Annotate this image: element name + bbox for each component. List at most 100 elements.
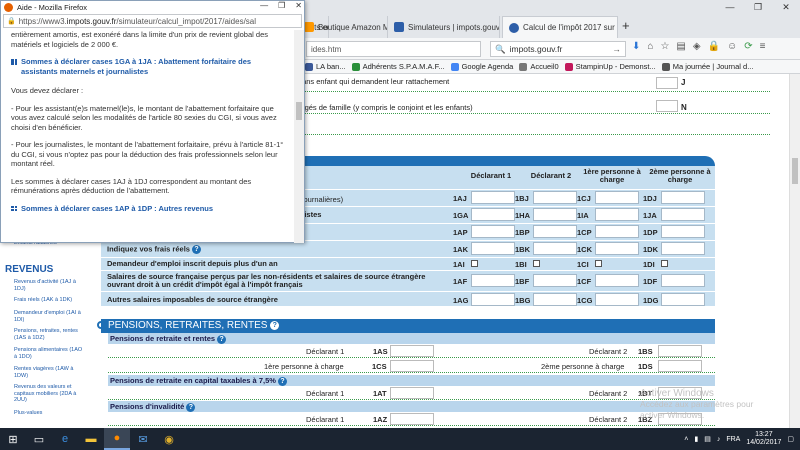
input-j[interactable]: [656, 77, 678, 89]
minimize-button[interactable]: —: [716, 0, 744, 14]
nav-link-valeurs-mobilieres[interactable]: Revenus des valeurs et capitaux mobilier…: [14, 384, 84, 404]
nav-link-frais-reels[interactable]: Frais réels (1AK à 1DK): [14, 297, 84, 304]
input-1ak[interactable]: [471, 242, 515, 255]
thunderbird-icon[interactable]: ✉: [130, 428, 156, 450]
input-1ap[interactable]: [471, 225, 515, 238]
help-section-heading: Sommes à déclarer cases 1AP à 1DP : Autr…: [11, 204, 287, 214]
new-tab-button[interactable]: +: [622, 18, 630, 33]
bookmark-item[interactable]: Adhérents S.P.A.M.A.F...: [351, 60, 451, 73]
input-1ia[interactable]: [595, 208, 639, 221]
input-1as[interactable]: [390, 345, 434, 357]
tab-amazon[interactable]: Boutique Amazon Mu...: [298, 16, 388, 38]
firefox-taskbar-icon[interactable]: ●: [104, 428, 130, 450]
help-icon[interactable]: ?: [217, 334, 227, 344]
language-indicator[interactable]: FRA: [726, 436, 740, 443]
home-icon[interactable]: ⌂: [647, 41, 653, 52]
input-1bf[interactable]: [533, 274, 577, 287]
download-icon[interactable]: ⬇: [632, 41, 640, 52]
input-1cf[interactable]: [595, 274, 639, 287]
search-bar[interactable]: 🔍 impots.gouv.fr →: [490, 41, 626, 57]
checkbox-1di[interactable]: [661, 260, 668, 267]
input-1dj[interactable]: [661, 191, 705, 204]
bookmark-item[interactable]: StampinUp - Demonst...: [564, 60, 662, 73]
input-1ha[interactable]: [533, 208, 577, 221]
bookmark-item[interactable]: Accueil0: [519, 60, 564, 73]
lock-icon[interactable]: 🔒: [708, 41, 720, 52]
input-1bg[interactable]: [533, 293, 577, 306]
bookmark-item[interactable]: Google Agenda: [450, 60, 520, 73]
task-view-icon[interactable]: ▭: [26, 428, 52, 450]
input-1dg[interactable]: [661, 293, 705, 306]
nav-link-rentes-viageres[interactable]: Rentes viagères (1AW à 1DW): [14, 366, 84, 379]
network-icon[interactable]: ▤: [704, 435, 711, 443]
help-paragraph: - Pour les assistant(e)s maternel(le)s, …: [11, 103, 277, 132]
edge-icon[interactable]: e: [52, 428, 78, 450]
nav-link-pensions-alimentaires[interactable]: Pensions alimentaires (1AO à 1DO): [14, 347, 84, 360]
help-icon[interactable]: ?: [278, 376, 288, 386]
pocket-icon[interactable]: ◈: [693, 41, 701, 52]
input-1at[interactable]: [390, 387, 434, 399]
url-bar[interactable]: ides.htm: [306, 41, 481, 57]
notifications-icon[interactable]: ▢: [787, 435, 794, 443]
window-controls: — ❐ ✕: [716, 0, 800, 14]
arrow-right-icon[interactable]: →: [613, 44, 622, 54]
input-1bp[interactable]: [533, 225, 577, 238]
maximize-button[interactable]: ❐: [278, 1, 285, 10]
tab-calcul-impot[interactable]: Calcul de l'impôt 2017 sur ... ✕: [502, 16, 618, 38]
input-1df[interactable]: [661, 274, 705, 287]
input-1cg[interactable]: [595, 293, 639, 306]
nav-link-plus-values[interactable]: Plus-values: [14, 410, 84, 417]
close-window-button[interactable]: ✕: [295, 1, 302, 10]
page-scrollbar[interactable]: [789, 74, 800, 428]
clock[interactable]: 13:27 14/02/2017: [746, 431, 781, 447]
maximize-button[interactable]: ❐: [744, 0, 772, 14]
nav-link-pensions[interactable]: Pensions, retraites, rentes (1AS à 1DZ): [14, 328, 84, 341]
tab-simulateurs[interactable]: Simulateurs | impots.gouv... ✕: [388, 16, 500, 38]
input-n[interactable]: [656, 100, 678, 112]
checkbox-1ai[interactable]: [471, 260, 478, 267]
input-1ck[interactable]: [595, 242, 639, 255]
input-1bk[interactable]: [533, 242, 577, 255]
help-url-bar[interactable]: 🔒 https://www3. impots.gouv.fr/simulateur…: [3, 14, 302, 28]
minimize-button[interactable]: —: [260, 1, 268, 10]
scrollbar-thumb[interactable]: [296, 102, 302, 120]
volume-icon[interactable]: ♪: [717, 436, 721, 443]
scrollbar-thumb[interactable]: [792, 158, 798, 184]
help-icon[interactable]: ?: [270, 320, 280, 330]
nav-link-demandeur-emploi[interactable]: Demandeur d'emploi (1AI à 1DI): [14, 310, 84, 323]
input-1aj[interactable]: [471, 191, 515, 204]
input-1dp[interactable]: [661, 225, 705, 238]
chrome-icon[interactable]: ◉: [156, 428, 182, 450]
input-1cp[interactable]: [595, 225, 639, 238]
checkbox-1ci[interactable]: [595, 260, 602, 267]
help-icon[interactable]: ?: [186, 402, 196, 412]
input-1bj[interactable]: [533, 191, 577, 204]
chevron-up-icon[interactable]: ˄: [684, 436, 688, 443]
checkbox-1bi[interactable]: [533, 260, 540, 267]
menu-icon[interactable]: ≡: [760, 41, 766, 52]
library-icon[interactable]: ▤: [676, 41, 685, 52]
input-1ja[interactable]: [661, 208, 705, 221]
nav-link-revenus-activite[interactable]: Revenus d'activité (1AJ à 1DJ): [14, 279, 84, 292]
input-1cj[interactable]: [595, 191, 639, 204]
start-button[interactable]: ⊞: [0, 428, 26, 450]
help-icon[interactable]: ?: [192, 245, 202, 254]
bookmark-label: Accueil0: [530, 62, 559, 71]
input-1bs[interactable]: [658, 345, 702, 357]
battery-icon[interactable]: ▮: [694, 435, 698, 443]
input-1af[interactable]: [471, 274, 515, 287]
input-1cs[interactable]: [390, 360, 434, 372]
file-explorer-icon[interactable]: ▬: [78, 428, 104, 450]
help-scrollbar[interactable]: [294, 30, 304, 243]
input-1ga[interactable]: [471, 208, 515, 221]
bookmark-star-icon[interactable]: ☆: [660, 41, 669, 52]
bookmark-item[interactable]: LA ban...: [305, 60, 352, 73]
input-1dk[interactable]: [661, 242, 705, 255]
input-1ds[interactable]: [658, 360, 702, 372]
refresh-icon[interactable]: ⟳: [744, 41, 752, 52]
input-1ag[interactable]: [471, 293, 515, 306]
close-window-button[interactable]: ✕: [772, 0, 800, 14]
smiley-icon[interactable]: ☺: [727, 41, 737, 52]
bookmark-item[interactable]: Ma journée | Journal d...: [661, 60, 760, 73]
input-1az[interactable]: [390, 413, 434, 425]
